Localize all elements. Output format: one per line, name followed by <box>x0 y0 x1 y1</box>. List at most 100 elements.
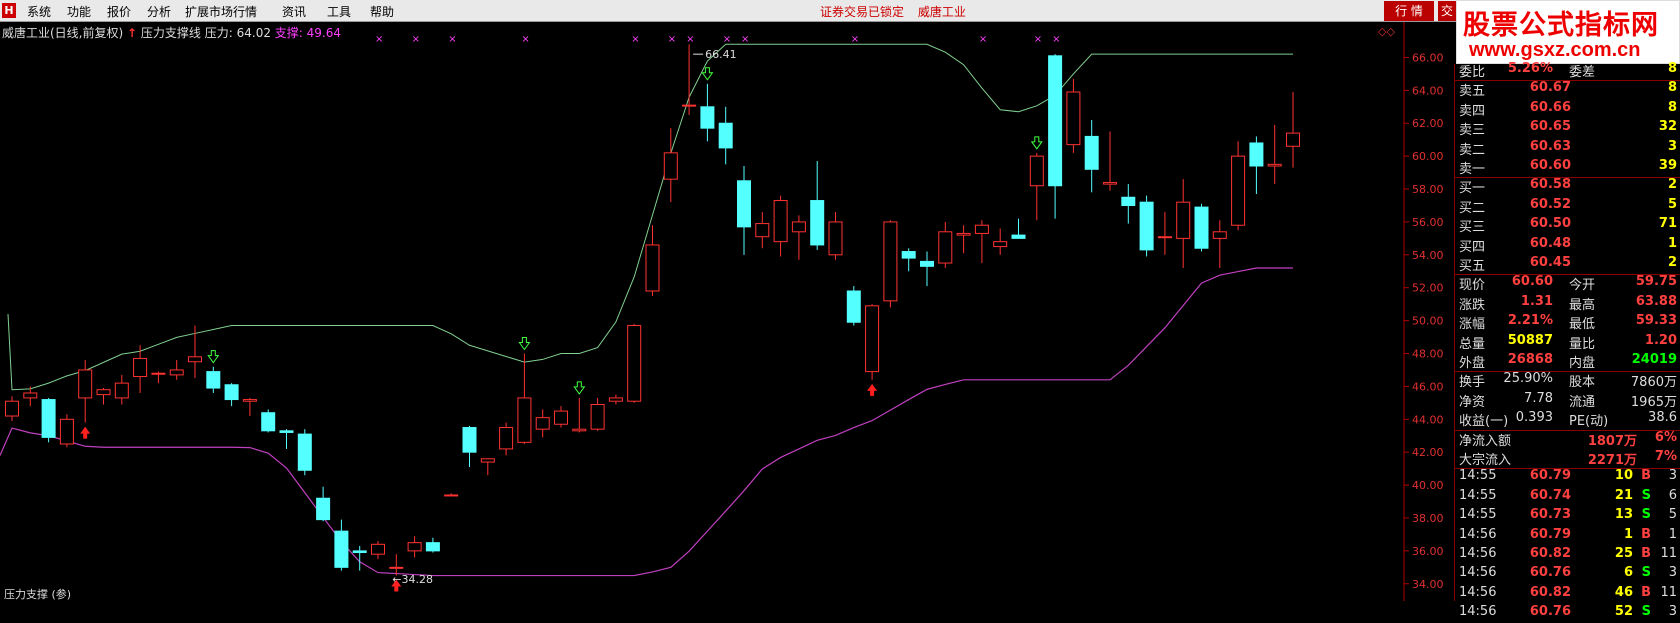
candle-body <box>96 389 111 396</box>
bid-label: 买二 <box>1459 200 1486 216</box>
stat-value: 59.75 <box>1635 274 1677 290</box>
candle-body <box>682 104 697 107</box>
candle-body <box>316 497 331 521</box>
flow-label: 大宗流入 <box>1459 453 1512 468</box>
sell-arrow-icon <box>573 381 586 395</box>
sell-arrow-icon <box>701 67 714 81</box>
bid-price: 60.52 <box>1529 196 1571 212</box>
quote-panel: 委比 5.26% 委差 8 卖五 60.67 8 卖四 60.66 8 卖三 60.65 32 卖二 60.… <box>1454 61 1680 619</box>
tick-side: S <box>1641 507 1651 523</box>
tick-time: 14:56 <box>1459 526 1497 542</box>
candle-body <box>755 223 770 238</box>
candle-body <box>956 232 971 236</box>
info-label: PE(动) <box>1569 414 1609 430</box>
ask-row-3: 卖三 60.65 32 <box>1455 118 1680 138</box>
tick-count: 1 <box>1668 526 1677 542</box>
candle-body <box>737 180 751 228</box>
signal-marker: × <box>851 34 859 45</box>
candle-body <box>974 224 989 234</box>
y-tick-label: 40.00 <box>1412 479 1444 492</box>
signal-marker: × <box>448 34 456 45</box>
ask-row-5: 卖五 60.67 8 <box>1455 79 1680 99</box>
menu-help[interactable]: 帮助 <box>370 3 394 20</box>
menu-system[interactable]: 系统 <box>27 3 51 20</box>
stat-label: 现价 <box>1459 278 1486 294</box>
info-label: 流通 <box>1569 394 1596 410</box>
menu-quote[interactable]: 报价 <box>107 3 131 20</box>
y-tick-label: 42.00 <box>1412 446 1444 459</box>
menu-extended-market[interactable]: 扩展市场行情 <box>185 3 257 20</box>
y-tick-label: 36.00 <box>1412 545 1444 558</box>
signal-marker: × <box>668 34 676 45</box>
candle-body <box>535 417 550 430</box>
bid-volume: 71 <box>1658 216 1677 232</box>
bid-volume: 5 <box>1667 196 1677 212</box>
ask-price: 60.60 <box>1529 158 1571 173</box>
tick-time: 14:56 <box>1459 584 1497 600</box>
flow-value: 1807万 <box>1587 433 1637 449</box>
ask-row-4: 卖四 60.66 8 <box>1455 99 1680 119</box>
bid-row-5: 买五 60.45 2 <box>1455 254 1680 274</box>
menu-news[interactable]: 资讯 <box>282 3 306 20</box>
stat-label: 内盘 <box>1569 356 1596 371</box>
stat-label: 量比 <box>1569 336 1596 352</box>
stat-label: 今开 <box>1569 278 1596 294</box>
bid-volume: 2 <box>1667 255 1677 270</box>
stat-label: 涨幅 <box>1459 317 1486 333</box>
flow-value: 2271万 <box>1587 453 1637 468</box>
stock-name-status: 威唐工业 <box>917 5 966 19</box>
menu-analysis[interactable]: 分析 <box>147 3 171 20</box>
tick-time: 14:55 <box>1459 507 1497 523</box>
pressure-arrow-icon: ↑ <box>127 26 138 40</box>
candle-body <box>1231 155 1246 226</box>
tick-count: 3 <box>1668 565 1677 581</box>
candle-body <box>572 428 587 432</box>
y-tick-label: 60.00 <box>1412 150 1444 163</box>
menu-function[interactable]: 功能 <box>67 3 91 20</box>
ask-label: 卖一 <box>1459 162 1486 177</box>
candle-body <box>242 399 257 402</box>
order-ratio-label: 委比 <box>1459 65 1486 80</box>
bid-price: 60.50 <box>1529 216 1571 232</box>
candle-body <box>261 412 276 432</box>
info-label: 净资 <box>1459 394 1486 410</box>
tick-count: 5 <box>1668 507 1677 523</box>
flow-row: 大宗流入 2271万 7% <box>1455 448 1680 468</box>
signal-marker: × <box>686 34 694 45</box>
candle-body <box>1139 201 1154 251</box>
signal-marker: × <box>1034 34 1042 45</box>
candle-body <box>846 290 861 323</box>
order-diff-value: 8 <box>1667 61 1677 76</box>
ask-volume: 32 <box>1658 119 1677 135</box>
bid-label: 买四 <box>1459 239 1486 255</box>
candlestick-chart[interactable]: 66.00 64.00 62.00 60.00 58.00 56.00 54.00 52.00… <box>0 22 1454 601</box>
stat-value: 2.21% <box>1507 313 1553 329</box>
quote-button[interactable]: 行 情 <box>1384 1 1434 21</box>
candle-body <box>1249 142 1264 167</box>
bid-price: 60.58 <box>1529 177 1571 193</box>
tick-row: 14:56 60.76 52 S 3 <box>1455 603 1680 623</box>
menu-tools[interactable]: 工具 <box>327 3 351 20</box>
tick-count: 3 <box>1668 604 1677 620</box>
candle-body <box>78 369 93 399</box>
stat-label: 最高 <box>1569 297 1596 313</box>
stat-value: 59.33 <box>1635 313 1677 329</box>
candle-body <box>151 372 166 375</box>
watermark-title: 股票公式指标网 <box>1463 10 1659 41</box>
bid-volume: 1 <box>1667 235 1677 251</box>
info-label: 股本 <box>1569 375 1596 391</box>
flow-row: 净流入额 1807万 6% <box>1455 429 1680 449</box>
ask-volume: 39 <box>1658 158 1677 173</box>
signal-marker: × <box>521 34 529 45</box>
info-value: 7860万 <box>1630 375 1677 391</box>
order-ratio-value: 5.26% <box>1507 61 1553 76</box>
y-tick-label: 48.00 <box>1412 348 1444 361</box>
trade-button[interactable]: 交 <box>1438 1 1456 21</box>
candle-body <box>608 397 623 402</box>
y-tick-label: 52.00 <box>1412 282 1444 295</box>
tick-side: S <box>1641 604 1651 620</box>
tick-count: 3 <box>1668 468 1677 484</box>
info-label: 换手 <box>1459 375 1486 391</box>
candle-body <box>1157 236 1172 239</box>
bid-price: 60.45 <box>1529 255 1571 270</box>
